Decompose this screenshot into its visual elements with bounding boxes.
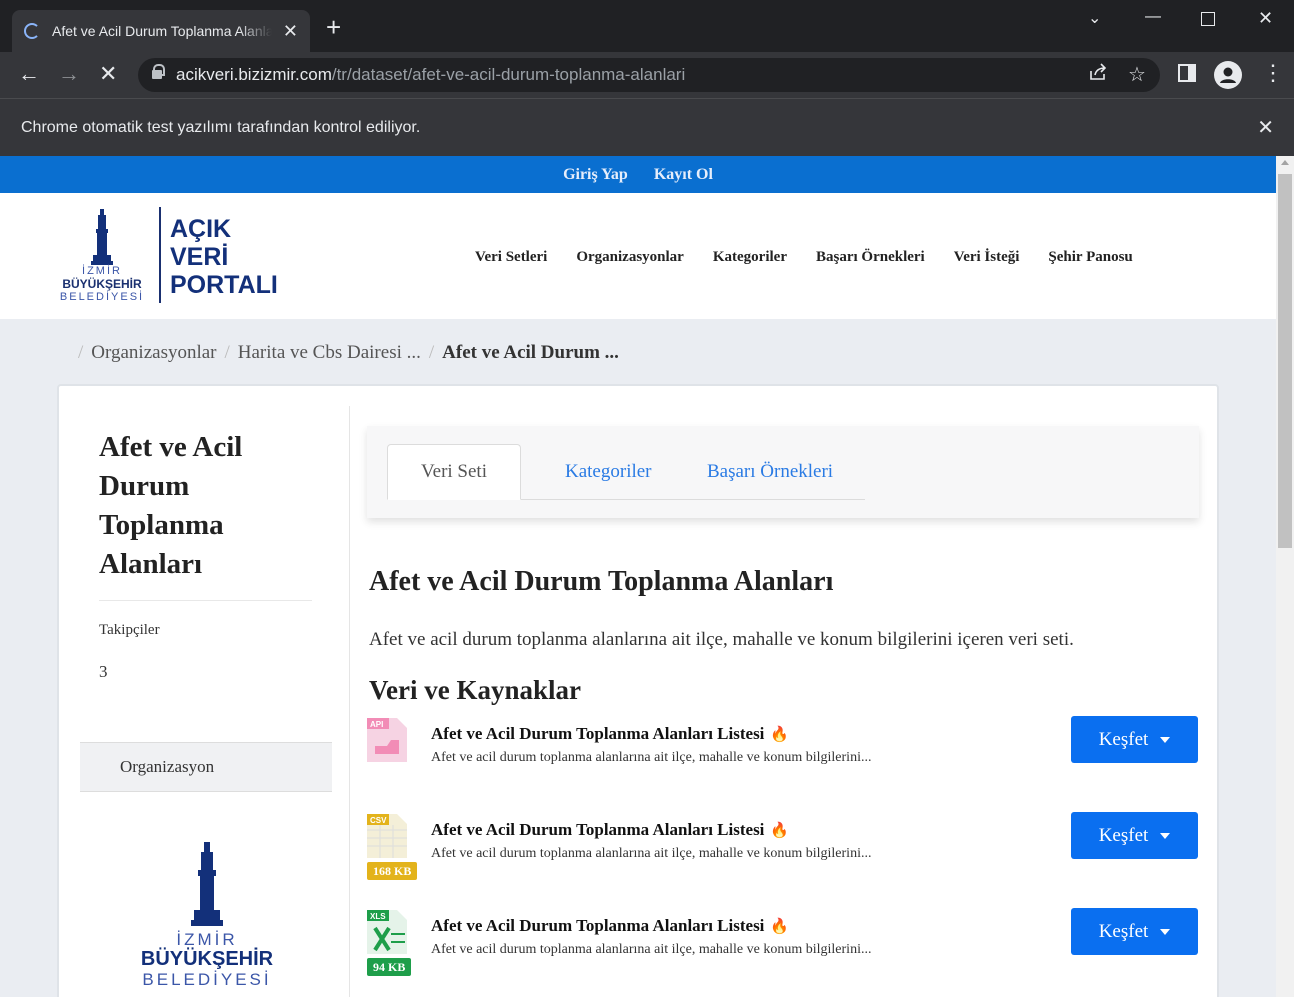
clock-tower-icon — [191, 842, 223, 926]
tab-veri-seti[interactable]: Veri Seti — [387, 444, 521, 500]
dataset-title: Afet ve Acil Durum Toplanma Alanları — [369, 566, 834, 597]
close-window-icon[interactable]: ✕ — [1258, 8, 1273, 29]
stop-icon[interactable]: ✕ — [99, 62, 117, 86]
login-link[interactable]: Giriş Yap — [563, 166, 628, 184]
nav-basari-ornekleri[interactable]: Başarı Örnekleri — [816, 249, 925, 266]
site-header: İZMİR BÜYÜKŞEHİR BELEDİYESİ AÇIK VERİ PO… — [0, 193, 1276, 319]
new-tab-icon[interactable]: + — [326, 14, 341, 40]
followers-label: Takipçiler — [99, 622, 160, 638]
infobar-text: Chrome otomatik test yazılımı tarafından… — [21, 118, 421, 136]
loading-icon — [24, 23, 40, 39]
dataset-description: Afet ve acil durum toplanma alanlarına a… — [369, 629, 1074, 650]
resource-item: API Afet ve Acil Durum Toplanma Alanları… — [367, 716, 1199, 806]
resource-title[interactable]: Afet ve Acil Durum Toplanma Alanları Lis… — [431, 724, 789, 744]
register-link[interactable]: Kayıt Ol — [654, 166, 713, 184]
page-viewport: Giriş Yap Kayıt Ol İZMİR BÜYÜKŞEHİR BELE… — [0, 156, 1276, 997]
caret-down-icon — [1160, 832, 1171, 839]
bookmark-star-icon[interactable]: ☆ — [1128, 62, 1146, 87]
main-nav: Veri Setleri Organizasyonlar Kategoriler… — [475, 249, 1133, 266]
tab-basari-ornekleri[interactable]: Başarı Örnekleri — [707, 444, 833, 500]
file-size-badge: 94 KB — [367, 958, 412, 976]
menu-kebab-icon[interactable]: ⋮ — [1262, 60, 1284, 86]
portal-name: AÇIK VERİ PORTALI — [170, 215, 278, 299]
file-size-badge: 168 KB — [367, 862, 418, 880]
portal-logo[interactable]: İZMİR BÜYÜKŞEHİR BELEDİYESİ AÇIK VERİ PO… — [56, 207, 286, 307]
explore-button[interactable]: Keşfet — [1071, 716, 1198, 763]
nav-veri-setleri[interactable]: Veri Setleri — [475, 249, 547, 266]
resource-item: CSV 168 KB Afet ve Acil Durum Toplanma A… — [367, 812, 1199, 902]
breadcrumb-organizations[interactable]: Organizasyonlar — [91, 342, 216, 364]
caret-down-icon — [1160, 736, 1171, 743]
resources-heading: Veri ve Kaynaklar — [369, 675, 581, 705]
popular-fire-icon: 🔥 — [770, 727, 790, 743]
dataset-tabs: Veri Seti Kategoriler Başarı Örnekleri — [367, 426, 1199, 518]
page-scrollbar[interactable] — [1276, 156, 1294, 997]
automation-infobar: Chrome otomatik test yazılımı tarafından… — [0, 98, 1294, 156]
nav-organizasyonlar[interactable]: Organizasyonlar — [576, 249, 684, 266]
close-tab-icon[interactable]: ✕ — [283, 21, 298, 42]
auth-topbar: Giriş Yap Kayıt Ol — [0, 156, 1276, 193]
nav-sehir-panosu[interactable]: Şehir Panosu — [1048, 249, 1132, 266]
svg-text:CSV: CSV — [370, 816, 387, 825]
sidebar-divider — [99, 600, 312, 601]
explore-button[interactable]: Keşfet — [1071, 908, 1198, 955]
resource-description: Afet ve acil durum toplanma alanlarına a… — [431, 942, 872, 957]
organization-header: Organizasyon — [80, 742, 332, 792]
forward-icon[interactable]: → — [58, 62, 80, 86]
breadcrumb: / Organizasyonlar / Harita ve Cbs Daires… — [78, 342, 619, 364]
tab-title: Afet ve Acil Durum Toplanma Alanları — [52, 23, 272, 39]
nav-veri-istegi[interactable]: Veri İsteği — [954, 249, 1020, 266]
explore-button[interactable]: Keşfet — [1071, 812, 1198, 859]
breadcrumb-department[interactable]: Harita ve Cbs Dairesi ... — [238, 342, 421, 364]
profile-avatar-icon[interactable] — [1214, 61, 1242, 89]
back-icon[interactable]: ← — [18, 62, 40, 86]
lock-icon[interactable] — [152, 64, 165, 81]
tab-search-icon[interactable]: ⌄ — [1088, 8, 1101, 28]
popular-fire-icon: 🔥 — [770, 823, 790, 839]
url-domain: acikveri.bizizmir.com — [176, 65, 332, 84]
close-infobar-icon[interactable]: ✕ — [1257, 115, 1274, 140]
nav-kategoriler[interactable]: Kategoriler — [713, 249, 787, 266]
maximize-icon[interactable] — [1201, 12, 1215, 26]
column-divider — [349, 406, 350, 997]
scroll-up-icon[interactable] — [1281, 160, 1289, 165]
address-bar[interactable]: acikveri.bizizmir.com/tr/dataset/afet-ve… — [138, 58, 1160, 92]
clock-tower-icon — [91, 209, 113, 265]
share-icon[interactable] — [1088, 62, 1108, 88]
svg-text:API: API — [370, 720, 383, 729]
resource-item: XLS 94 KB Afet ve Acil Durum Toplanma Al… — [367, 908, 1199, 997]
scrollbar-thumb[interactable] — [1278, 174, 1292, 548]
breadcrumb-current[interactable]: Afet ve Acil Durum ... — [442, 342, 619, 364]
popular-fire-icon: 🔥 — [770, 919, 790, 935]
resource-description: Afet ve acil durum toplanma alanlarına a… — [431, 846, 872, 861]
url-path: /tr/dataset/afet-ve-acil-durum-toplanma-… — [331, 65, 686, 84]
logo-divider — [159, 207, 161, 303]
dataset-card: Afet ve Acil Durum Toplanma Alanları Tak… — [57, 384, 1219, 997]
city-name: İZMİR BÜYÜKŞEHİR BELEDİYESİ — [59, 265, 145, 303]
svg-text:XLS: XLS — [370, 912, 386, 921]
minimize-icon[interactable]: — — [1145, 8, 1161, 26]
browser-tab[interactable]: Afet ve Acil Durum Toplanma Alanları ✕ — [12, 10, 310, 52]
tab-kategoriler[interactable]: Kategoriler — [565, 444, 652, 500]
side-panel-icon[interactable] — [1178, 64, 1196, 82]
organization-logo[interactable]: İZMİR BÜYÜKŞEHİR BELEDİYESİ — [139, 842, 275, 992]
sidebar-title: Afet ve Acil Durum Toplanma Alanları — [99, 431, 243, 580]
resource-title[interactable]: Afet ve Acil Durum Toplanma Alanları Lis… — [431, 916, 789, 936]
xls-file-icon: XLS — [367, 910, 407, 954]
api-file-icon: API — [367, 718, 407, 762]
followers-count: 3 — [99, 662, 108, 681]
browser-tabstrip: Afet ve Acil Durum Toplanma Alanları ✕ +… — [0, 0, 1294, 52]
csv-file-icon: CSV — [367, 814, 407, 858]
caret-down-icon — [1160, 928, 1171, 935]
resource-description: Afet ve acil durum toplanma alanlarına a… — [431, 750, 872, 765]
resource-title[interactable]: Afet ve Acil Durum Toplanma Alanları Lis… — [431, 820, 789, 840]
